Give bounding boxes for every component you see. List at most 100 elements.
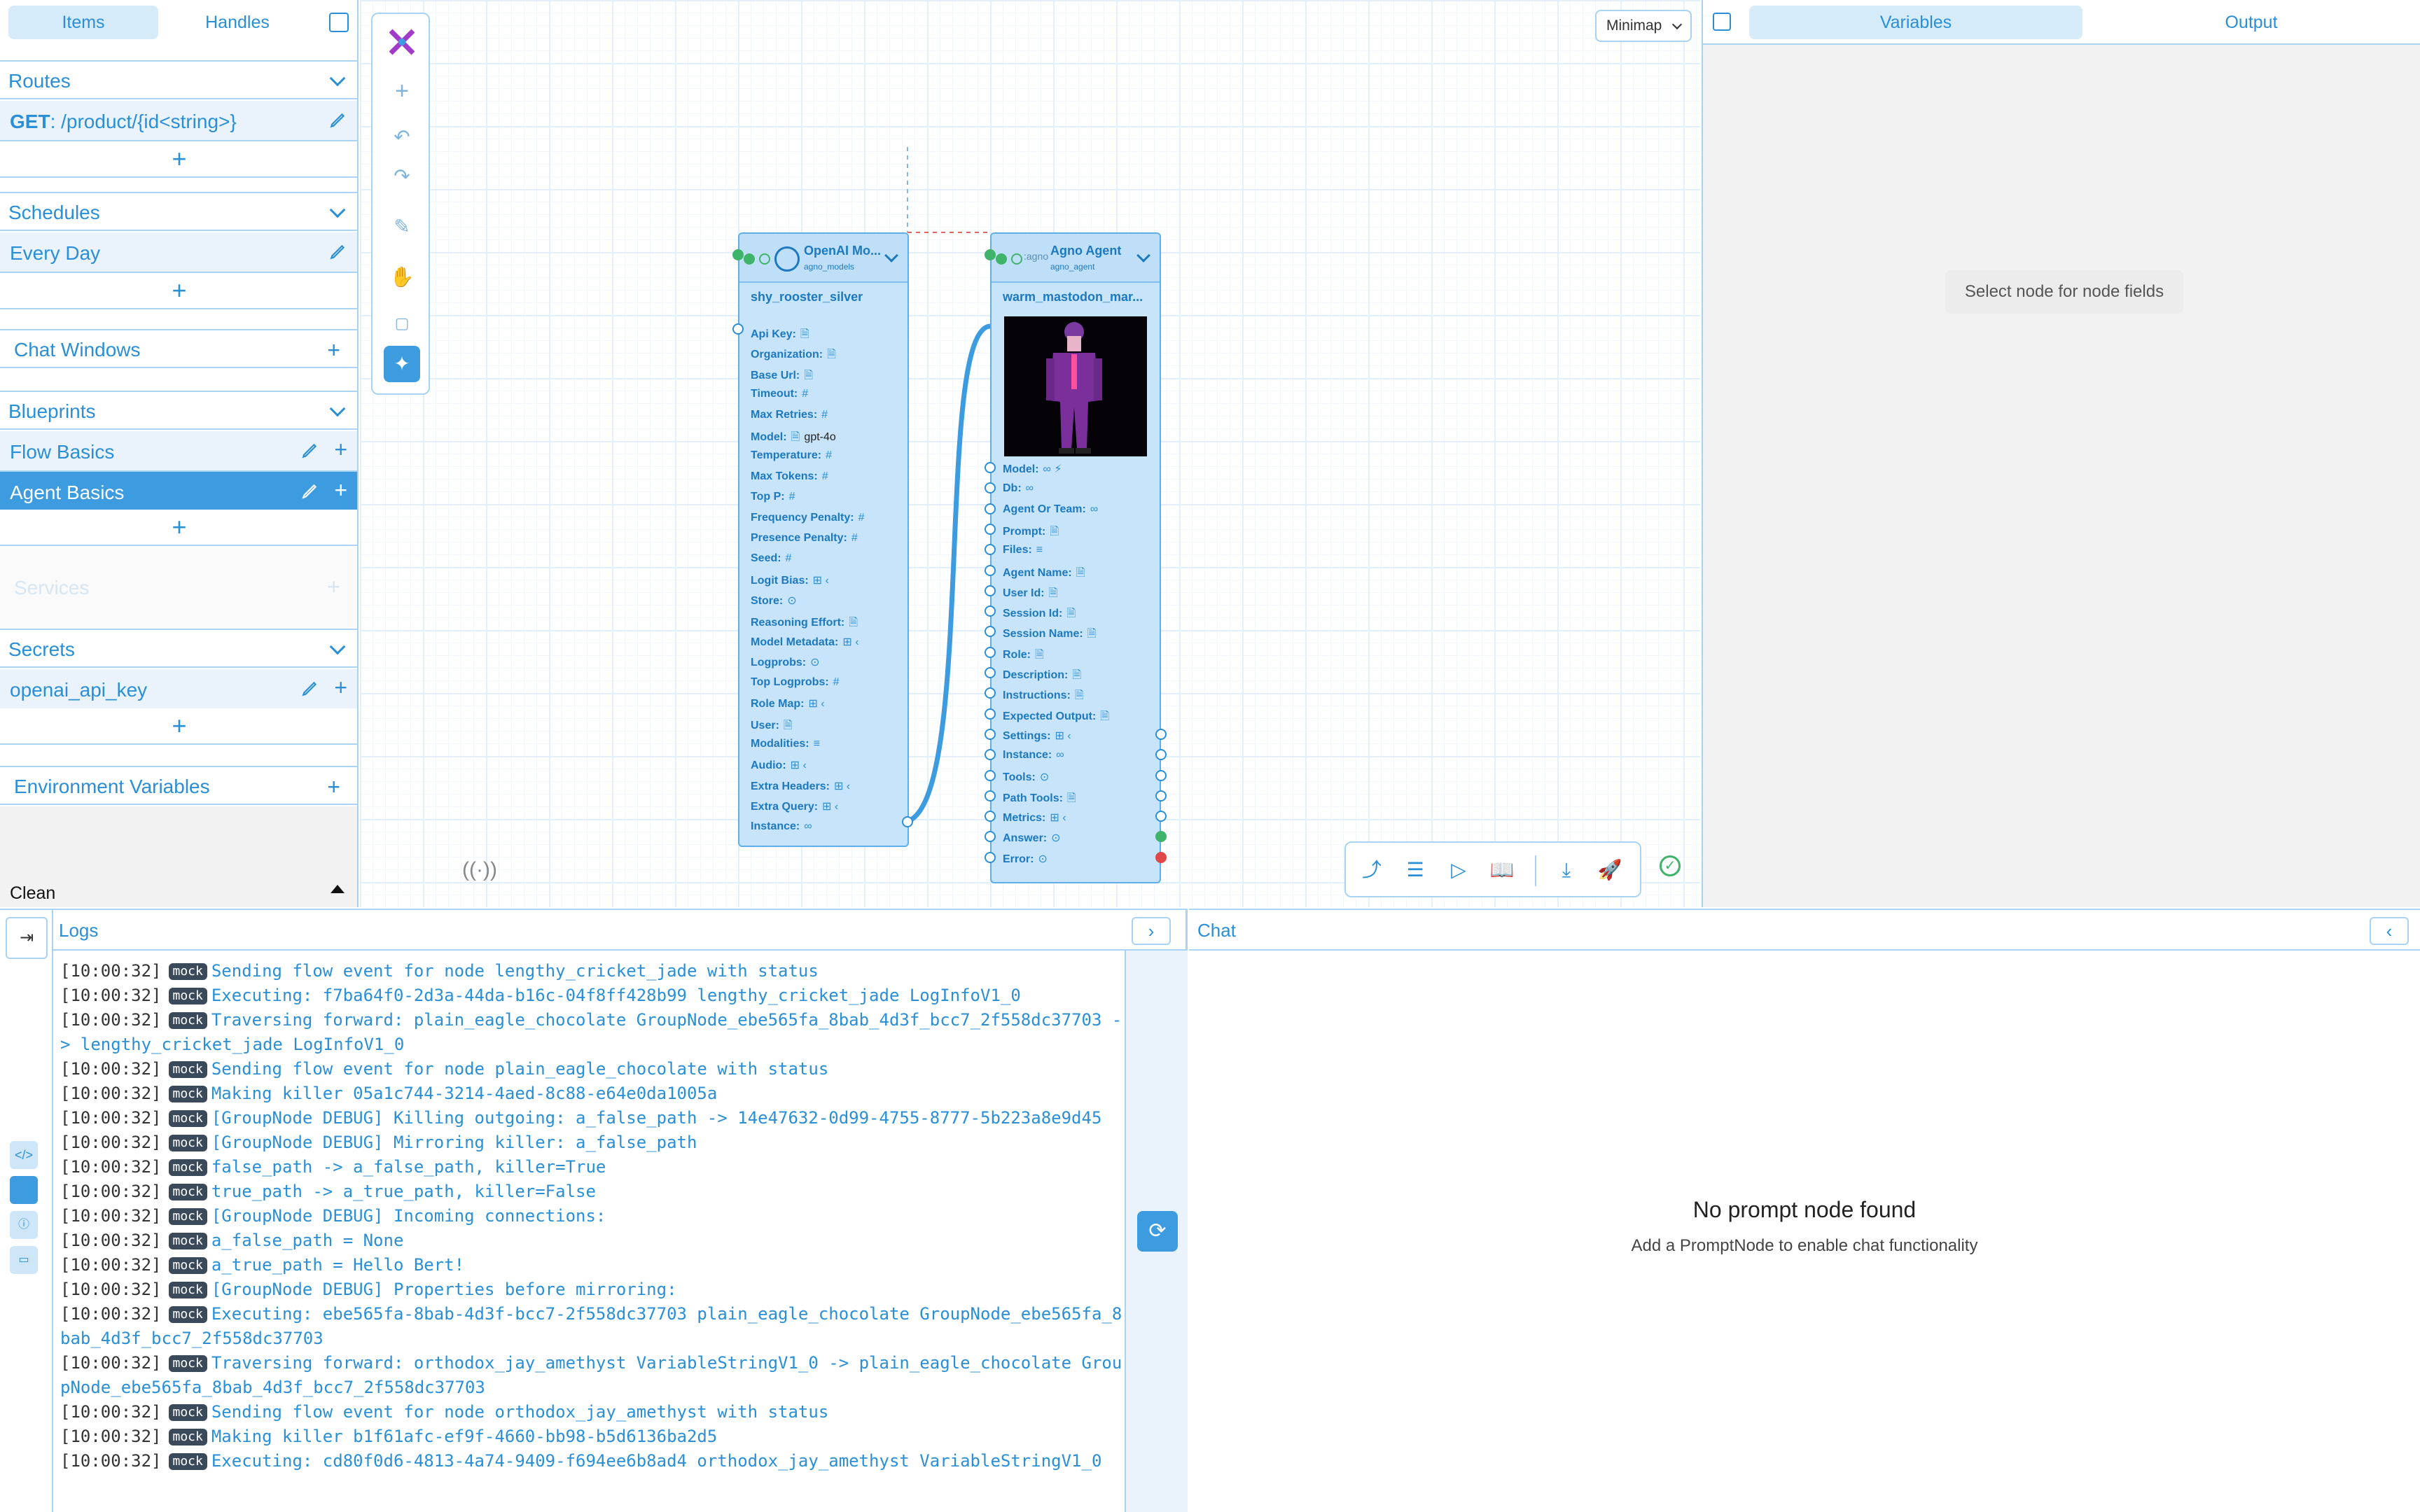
add-node-icon[interactable]: + bbox=[384, 73, 420, 109]
node-field[interactable]: Settings: ⊞ ‹ bbox=[1003, 729, 1071, 743]
hand-icon[interactable]: ✋ bbox=[384, 259, 420, 295]
node-field[interactable]: Extra Headers: ⊞ ‹ bbox=[751, 779, 850, 793]
input-handle[interactable] bbox=[985, 851, 996, 863]
blueprint-item-flow-basics[interactable]: Flow Basics + bbox=[0, 431, 357, 472]
node-field[interactable]: Logprobs: ⊙ bbox=[751, 655, 820, 669]
output-handle[interactable] bbox=[1155, 728, 1167, 740]
node-field[interactable]: Instance: ∞ bbox=[751, 820, 812, 833]
node-field[interactable]: Presence Penalty: # bbox=[751, 532, 858, 545]
node-field[interactable]: Frequency Penalty: # bbox=[751, 512, 865, 524]
node-field[interactable]: Agent Or Team: ∞ bbox=[1003, 503, 1098, 516]
input-handle[interactable] bbox=[985, 606, 996, 617]
node-field[interactable]: Expected Output: 🗎 bbox=[1003, 708, 1109, 727]
clean-footer[interactable]: Clean bbox=[0, 881, 357, 907]
node-agno-agent[interactable]: :agno Agno Agent agno_agent warm_mastodo… bbox=[990, 232, 1161, 883]
output-handle[interactable] bbox=[902, 816, 913, 827]
node-field[interactable]: Prompt: 🗎 bbox=[1003, 524, 1059, 542]
input-handle[interactable] bbox=[985, 584, 996, 596]
node-field[interactable]: Model: ∞ ⚡ bbox=[1003, 462, 1062, 476]
chevron-down-icon[interactable] bbox=[1136, 248, 1150, 262]
node-field[interactable]: Session Name: 🗎 bbox=[1003, 626, 1097, 645]
input-handle[interactable] bbox=[985, 249, 996, 260]
node-field[interactable]: Top Logprobs: # bbox=[751, 676, 840, 689]
play-icon[interactable]: ▷ bbox=[1441, 853, 1476, 888]
node-field[interactable]: Modalities: ≡ bbox=[751, 738, 820, 750]
input-handle[interactable] bbox=[985, 790, 996, 802]
sliders-icon[interactable]: ☰ bbox=[1398, 853, 1433, 888]
routes-header[interactable]: Routes bbox=[0, 60, 357, 99]
node-field[interactable]: Description: 🗎 bbox=[1003, 667, 1081, 686]
schedules-header[interactable]: Schedules bbox=[0, 192, 357, 231]
node-field[interactable]: Store: ⊙ bbox=[751, 594, 797, 608]
edge-instance-to-model[interactable] bbox=[905, 323, 991, 825]
tab-handles[interactable]: Handles bbox=[162, 6, 312, 39]
chat-windows-header[interactable]: Chat Windows + bbox=[0, 329, 357, 368]
chevron-left-icon[interactable]: ‹ bbox=[2370, 917, 2409, 945]
input-handle[interactable] bbox=[985, 769, 996, 781]
chevron-up-icon[interactable] bbox=[331, 885, 345, 893]
node-field[interactable]: Api Key: 🗎 bbox=[751, 326, 809, 345]
input-handle[interactable] bbox=[985, 462, 996, 473]
node-field[interactable]: Model: 🗎 gpt-4o bbox=[751, 429, 836, 448]
node-field[interactable]: Instructions: 🗎 bbox=[1003, 687, 1084, 706]
collapse-sidebar-icon[interactable] bbox=[329, 13, 349, 32]
node-field[interactable]: Role: 🗎 bbox=[1003, 647, 1044, 666]
env-vars-header[interactable]: Environment Variables + bbox=[0, 766, 357, 805]
input-handle[interactable] bbox=[985, 646, 996, 658]
pointer-icon[interactable]: ✦ bbox=[384, 346, 420, 382]
node-field[interactable]: Tools: ⊙ bbox=[1003, 770, 1049, 784]
add-route-button[interactable]: + bbox=[0, 141, 357, 178]
node-field[interactable]: Max Retries: # bbox=[751, 409, 828, 421]
book-icon[interactable]: 📖 bbox=[1484, 853, 1520, 888]
input-handle[interactable] bbox=[985, 811, 996, 822]
node-field[interactable]: Temperature: # bbox=[751, 449, 832, 462]
route-item[interactable]: GET: /product/{id<string>} bbox=[0, 101, 357, 141]
output-handle[interactable] bbox=[1155, 851, 1167, 863]
brush-icon[interactable]: ✎ bbox=[384, 209, 420, 245]
node-openai-model[interactable]: OpenAI Mo... agno_models shy_rooster_sil… bbox=[738, 232, 909, 847]
secrets-header[interactable]: Secrets bbox=[0, 629, 357, 668]
input-handle[interactable] bbox=[732, 249, 744, 260]
node-field[interactable]: Metrics: ⊞ ‹ bbox=[1003, 811, 1066, 825]
add-schedule-button[interactable]: + bbox=[0, 273, 357, 309]
chevron-down-icon[interactable] bbox=[329, 202, 346, 218]
edit-pencil-icon[interactable] bbox=[301, 679, 319, 697]
node-field[interactable]: Seed: # bbox=[751, 552, 791, 565]
undo-icon[interactable]: ↶ bbox=[384, 119, 420, 155]
node-field[interactable]: User Id: 🗎 bbox=[1003, 585, 1057, 604]
schedule-item[interactable]: Every Day bbox=[0, 232, 357, 273]
share-icon[interactable]: ⤴ bbox=[1354, 853, 1389, 888]
chevron-right-icon[interactable]: › bbox=[1132, 917, 1171, 945]
download-icon[interactable]: ⤓ bbox=[1549, 853, 1584, 888]
tab-output[interactable]: Output bbox=[2087, 6, 2416, 39]
edit-pencil-icon[interactable] bbox=[329, 242, 347, 260]
rocket-icon[interactable]: 🚀 bbox=[1592, 853, 1627, 888]
broadcast-icon[interactable]: ((·)) bbox=[462, 858, 497, 882]
flow-canvas[interactable]: OpenAI Mo... agno_models shy_rooster_sil… bbox=[360, 0, 1700, 907]
tab-variables[interactable]: Variables bbox=[1749, 6, 2082, 39]
chevron-down-icon[interactable] bbox=[329, 70, 346, 87]
square-select-icon[interactable]: ▢ bbox=[384, 305, 420, 342]
input-handle[interactable] bbox=[985, 708, 996, 720]
node-field[interactable]: Audio: ⊞ ‹ bbox=[751, 758, 807, 772]
add-icon[interactable]: + bbox=[334, 438, 347, 461]
node-field[interactable]: Answer: ⊙ bbox=[1003, 831, 1061, 845]
chevron-down-icon[interactable] bbox=[329, 400, 346, 417]
node-field[interactable]: Model Metadata: ⊞ ‹ bbox=[751, 635, 859, 649]
node-field[interactable]: User: 🗎 bbox=[751, 718, 793, 736]
input-handle[interactable] bbox=[985, 503, 996, 514]
node-field[interactable]: Path Tools: 🗎 bbox=[1003, 790, 1076, 809]
tab-items[interactable]: Items bbox=[8, 6, 158, 39]
node-field[interactable]: Logit Bias: ⊞ ‹ bbox=[751, 573, 829, 587]
blueprints-header[interactable]: Blueprints bbox=[0, 391, 357, 430]
edit-pencil-icon[interactable] bbox=[301, 441, 319, 459]
redo-icon[interactable]: ↷ bbox=[384, 158, 420, 195]
add-chat-window-button[interactable]: + bbox=[327, 339, 340, 361]
input-handle[interactable] bbox=[732, 323, 744, 335]
chevron-down-icon[interactable] bbox=[884, 248, 898, 262]
node-field[interactable]: Top P: # bbox=[751, 491, 795, 503]
node-field[interactable]: Role Map: ⊞ ‹ bbox=[751, 696, 825, 710]
input-handle[interactable] bbox=[985, 728, 996, 740]
refresh-icon[interactable]: ⟳ bbox=[1137, 1211, 1178, 1252]
node-field[interactable]: Instance: ∞ bbox=[1003, 749, 1064, 762]
